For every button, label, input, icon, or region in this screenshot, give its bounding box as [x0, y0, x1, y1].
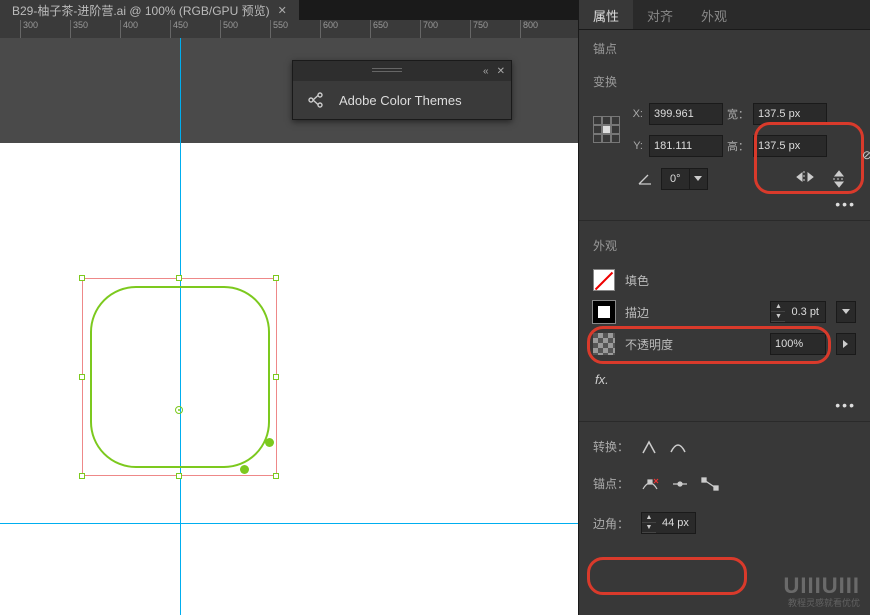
remove-anchor-icon[interactable] [641, 477, 659, 491]
selection-handle[interactable] [79, 275, 85, 281]
opacity-menu-button[interactable] [836, 333, 856, 355]
fill-swatch[interactable] [593, 269, 615, 291]
selection-handle[interactable] [79, 473, 85, 479]
more-options-icon[interactable]: ••• [579, 395, 870, 415]
close-icon[interactable]: ✕ [497, 66, 505, 77]
step-down-icon: ▼ [642, 523, 656, 533]
anchors-label: 锚点： [593, 475, 629, 492]
document-tab[interactable]: B29-柚子茶-进阶营.ai @ 100% (RGB/GPU 预览) ✕ [0, 0, 299, 21]
angle-icon [637, 172, 653, 186]
y-label: Y: [629, 140, 647, 152]
close-icon[interactable]: ✕ [278, 4, 287, 17]
collapse-icon[interactable]: « [483, 66, 489, 77]
stroke-label[interactable]: 描边 [625, 304, 760, 321]
grip-icon [299, 67, 475, 75]
fx-button[interactable]: fx. [579, 364, 870, 395]
ruler-horizontal: 300350400 450500550 600650700 750800 [0, 20, 578, 38]
tab-appearance[interactable]: 外观 [687, 0, 741, 29]
width-input[interactable]: 137.5 px [753, 103, 827, 125]
corner-radius-input[interactable]: ▲▼ 44 px [641, 512, 696, 534]
guide-horizontal[interactable] [0, 523, 578, 524]
cut-path-icon[interactable] [671, 477, 689, 491]
tab-align[interactable]: 对齐 [633, 0, 687, 29]
flip-horizontal-icon[interactable] [796, 170, 814, 188]
stroke-menu-button[interactable] [836, 301, 856, 323]
width-label: 宽： [727, 106, 751, 122]
opacity-swatch[interactable] [593, 333, 615, 355]
panel-header[interactable]: « ✕ [293, 61, 511, 81]
step-up-icon: ▲ [771, 302, 785, 312]
section-appearance: 外观 [579, 227, 870, 260]
watermark-sub: 教程灵感就看优优 [788, 596, 860, 609]
properties-panel: 属性 对齐 外观 锚点 变换 X: 399.961 宽： 137.5 px Y:… [578, 0, 870, 615]
more-options-icon[interactable]: ••• [579, 194, 870, 214]
selection-handle[interactable] [273, 473, 279, 479]
section-transform: 变换 [579, 63, 870, 96]
opacity-label[interactable]: 不透明度 [625, 336, 760, 353]
rotate-input[interactable]: 0° [661, 168, 708, 190]
step-down-icon: ▼ [771, 312, 785, 322]
fill-label: 填色 [625, 272, 856, 289]
selection-handle[interactable] [79, 374, 85, 380]
stroke-swatch[interactable] [593, 301, 615, 323]
callout-annotation [587, 557, 747, 595]
convert-corner-icon[interactable] [641, 439, 657, 455]
height-input[interactable]: 137.5 px [753, 135, 827, 157]
selection-handle[interactable] [273, 275, 279, 281]
canvas[interactable] [0, 38, 578, 615]
stroke-weight-input[interactable]: ▲▼ 0.3 pt [770, 301, 826, 323]
panel-title: Adobe Color Themes [339, 93, 462, 108]
corner-widget[interactable] [240, 465, 249, 474]
selection-handle[interactable] [176, 473, 182, 479]
section-anchor: 锚点 [579, 30, 870, 63]
x-label: X: [629, 108, 647, 120]
flip-vertical-icon[interactable] [832, 170, 846, 188]
height-label: 高： [727, 138, 751, 154]
color-themes-panel[interactable]: « ✕ Adobe Color Themes [292, 60, 512, 120]
selection-handle[interactable] [273, 374, 279, 380]
step-up-icon: ▲ [642, 513, 656, 523]
link-wh-icon[interactable]: ⊘ [862, 148, 870, 162]
connect-anchor-icon[interactable] [701, 477, 719, 491]
chevron-down-icon[interactable] [689, 169, 707, 189]
corner-widget[interactable] [265, 438, 274, 447]
color-themes-icon [307, 91, 325, 109]
tab-properties[interactable]: 属性 [579, 0, 633, 29]
corner-label: 边角： [593, 515, 629, 532]
y-input[interactable]: 181.111 [649, 135, 723, 157]
selection-handle[interactable] [176, 275, 182, 281]
opacity-input[interactable]: 100% [770, 333, 826, 355]
document-tab-title: B29-柚子茶-进阶营.ai @ 100% (RGB/GPU 预览) [12, 2, 270, 19]
x-input[interactable]: 399.961 [649, 103, 723, 125]
rounded-rect-shape[interactable] [90, 286, 270, 468]
convert-smooth-icon[interactable] [669, 440, 687, 454]
reference-point-picker[interactable] [593, 116, 627, 144]
selection-center-icon[interactable] [175, 406, 183, 414]
convert-label: 转换： [593, 438, 629, 455]
